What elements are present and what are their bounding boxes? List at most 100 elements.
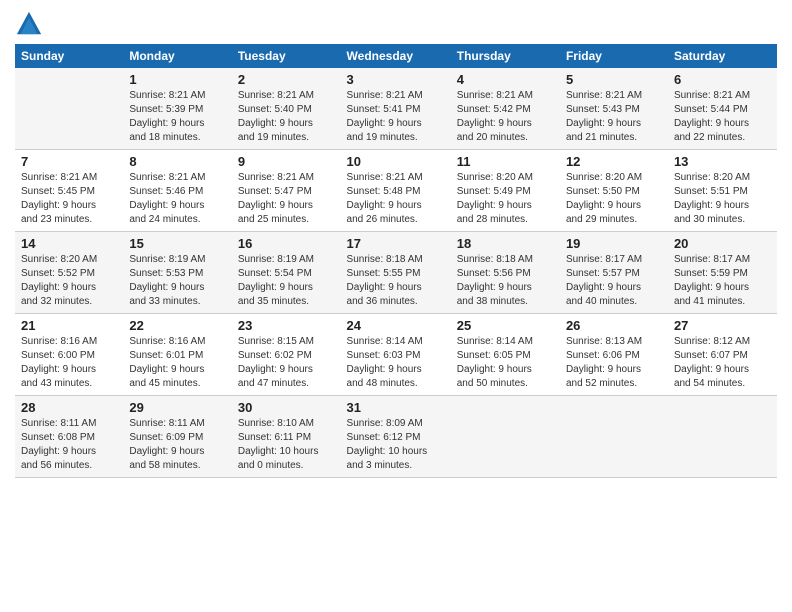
calendar-cell: 1 Sunrise: 8:21 AM Sunset: 5:39 PM Daylig… [123,68,232,150]
calendar-cell: 9 Sunrise: 8:21 AM Sunset: 5:47 PM Daylig… [232,150,341,232]
day-number: 13 [674,154,771,169]
calendar-cell: 29 Sunrise: 8:11 AM Sunset: 6:09 PM Dayli… [123,396,232,478]
day-number: 31 [347,400,445,415]
day-info: Sunrise: 8:18 AM Sunset: 5:56 PM Dayligh… [457,253,554,309]
day-header-tuesday: Tuesday [232,44,341,68]
day-header-monday: Monday [123,44,232,68]
day-number: 9 [238,154,335,169]
week-row-1: 1 Sunrise: 8:21 AM Sunset: 5:39 PM Daylig… [15,68,777,150]
day-header-thursday: Thursday [451,44,560,68]
day-number: 23 [238,318,335,333]
day-number: 6 [674,72,771,87]
day-header-friday: Friday [560,44,668,68]
day-info: Sunrise: 8:19 AM Sunset: 5:53 PM Dayligh… [129,253,226,309]
header [15,10,777,38]
logo-icon [15,10,43,38]
day-info: Sunrise: 8:21 AM Sunset: 5:42 PM Dayligh… [457,89,554,145]
day-info: Sunrise: 8:20 AM Sunset: 5:49 PM Dayligh… [457,171,554,227]
calendar-cell: 10Sunrise: 8:21 AM Sunset: 5:48 PM Dayli… [341,150,451,232]
day-number: 29 [129,400,226,415]
calendar-cell: 24 Sunrise: 8:14 AM Sunset: 6:03 PM Dayli… [341,314,451,396]
calendar-cell: 14Sunrise: 8:20 AM Sunset: 5:52 PM Dayli… [15,232,123,314]
day-number: 8 [129,154,226,169]
calendar-cell: 26 Sunrise: 8:13 AM Sunset: 6:06 PM Dayli… [560,314,668,396]
calendar-cell: 30 Sunrise: 8:10 AM Sunset: 6:11 PM Dayli… [232,396,341,478]
day-number: 18 [457,236,554,251]
day-header-wednesday: Wednesday [341,44,451,68]
calendar-cell: 13 Sunrise: 8:20 AM Sunset: 5:51 PM Dayli… [668,150,777,232]
week-row-3: 14Sunrise: 8:20 AM Sunset: 5:52 PM Dayli… [15,232,777,314]
day-header-saturday: Saturday [668,44,777,68]
day-number: 21 [21,318,117,333]
day-number: 28 [21,400,117,415]
day-info: Sunrise: 8:21 AM Sunset: 5:45 PM Dayligh… [21,171,117,227]
calendar-cell: 5 Sunrise: 8:21 AM Sunset: 5:43 PM Daylig… [560,68,668,150]
calendar-cell [668,396,777,478]
day-info: Sunrise: 8:21 AM Sunset: 5:47 PM Dayligh… [238,171,335,227]
calendar-cell: 2Sunrise: 8:21 AM Sunset: 5:40 PM Daylig… [232,68,341,150]
calendar-cell: 17 Sunrise: 8:18 AM Sunset: 5:55 PM Dayli… [341,232,451,314]
calendar-header-row: SundayMondayTuesdayWednesdayThursdayFrid… [15,44,777,68]
day-info: Sunrise: 8:14 AM Sunset: 6:03 PM Dayligh… [347,335,445,391]
calendar-cell: 8 Sunrise: 8:21 AM Sunset: 5:46 PM Daylig… [123,150,232,232]
calendar-cell: 4Sunrise: 8:21 AM Sunset: 5:42 PM Daylig… [451,68,560,150]
day-number: 26 [566,318,662,333]
calendar-cell [560,396,668,478]
day-number: 24 [347,318,445,333]
day-number: 25 [457,318,554,333]
day-number: 7 [21,154,117,169]
week-row-5: 28 Sunrise: 8:11 AM Sunset: 6:08 PM Dayli… [15,396,777,478]
day-info: Sunrise: 8:21 AM Sunset: 5:41 PM Dayligh… [347,89,445,145]
week-row-2: 7 Sunrise: 8:21 AM Sunset: 5:45 PM Daylig… [15,150,777,232]
calendar-cell: 19 Sunrise: 8:17 AM Sunset: 5:57 PM Dayli… [560,232,668,314]
day-info: Sunrise: 8:11 AM Sunset: 6:09 PM Dayligh… [129,417,226,473]
calendar-cell: 11 Sunrise: 8:20 AM Sunset: 5:49 PM Dayli… [451,150,560,232]
day-info: Sunrise: 8:21 AM Sunset: 5:46 PM Dayligh… [129,171,226,227]
day-number: 5 [566,72,662,87]
calendar-cell: 20Sunrise: 8:17 AM Sunset: 5:59 PM Dayli… [668,232,777,314]
day-info: Sunrise: 8:19 AM Sunset: 5:54 PM Dayligh… [238,253,335,309]
day-info: Sunrise: 8:18 AM Sunset: 5:55 PM Dayligh… [347,253,445,309]
day-info: Sunrise: 8:11 AM Sunset: 6:08 PM Dayligh… [21,417,117,473]
calendar-cell: 21 Sunrise: 8:16 AM Sunset: 6:00 PM Dayli… [15,314,123,396]
day-number: 19 [566,236,662,251]
calendar-cell: 15 Sunrise: 8:19 AM Sunset: 5:53 PM Dayli… [123,232,232,314]
day-number: 15 [129,236,226,251]
day-info: Sunrise: 8:21 AM Sunset: 5:44 PM Dayligh… [674,89,771,145]
calendar-cell: 7 Sunrise: 8:21 AM Sunset: 5:45 PM Daylig… [15,150,123,232]
day-info: Sunrise: 8:21 AM Sunset: 5:39 PM Dayligh… [129,89,226,145]
day-number: 2 [238,72,335,87]
day-info: Sunrise: 8:14 AM Sunset: 6:05 PM Dayligh… [457,335,554,391]
logo [15,10,47,38]
calendar-cell: 3Sunrise: 8:21 AM Sunset: 5:41 PM Daylig… [341,68,451,150]
calendar-cell: 12 Sunrise: 8:20 AM Sunset: 5:50 PM Dayli… [560,150,668,232]
week-row-4: 21 Sunrise: 8:16 AM Sunset: 6:00 PM Dayli… [15,314,777,396]
day-number: 14 [21,236,117,251]
calendar-table: SundayMondayTuesdayWednesdayThursdayFrid… [15,44,777,478]
calendar-cell: 25 Sunrise: 8:14 AM Sunset: 6:05 PM Dayli… [451,314,560,396]
day-number: 1 [129,72,226,87]
day-info: Sunrise: 8:20 AM Sunset: 5:50 PM Dayligh… [566,171,662,227]
calendar-cell: 23Sunrise: 8:15 AM Sunset: 6:02 PM Dayli… [232,314,341,396]
day-number: 12 [566,154,662,169]
day-number: 11 [457,154,554,169]
day-info: Sunrise: 8:13 AM Sunset: 6:06 PM Dayligh… [566,335,662,391]
day-number: 17 [347,236,445,251]
day-info: Sunrise: 8:09 AM Sunset: 6:12 PM Dayligh… [347,417,445,473]
day-info: Sunrise: 8:20 AM Sunset: 5:51 PM Dayligh… [674,171,771,227]
day-header-sunday: Sunday [15,44,123,68]
calendar-cell: 16 Sunrise: 8:19 AM Sunset: 5:54 PM Dayli… [232,232,341,314]
day-info: Sunrise: 8:17 AM Sunset: 5:57 PM Dayligh… [566,253,662,309]
calendar-cell: 6 Sunrise: 8:21 AM Sunset: 5:44 PM Daylig… [668,68,777,150]
day-info: Sunrise: 8:10 AM Sunset: 6:11 PM Dayligh… [238,417,335,473]
calendar-cell: 22Sunrise: 8:16 AM Sunset: 6:01 PM Dayli… [123,314,232,396]
day-info: Sunrise: 8:21 AM Sunset: 5:43 PM Dayligh… [566,89,662,145]
calendar-cell: 18 Sunrise: 8:18 AM Sunset: 5:56 PM Dayli… [451,232,560,314]
day-info: Sunrise: 8:16 AM Sunset: 6:00 PM Dayligh… [21,335,117,391]
day-number: 10 [347,154,445,169]
day-info: Sunrise: 8:17 AM Sunset: 5:59 PM Dayligh… [674,253,771,309]
day-number: 16 [238,236,335,251]
day-info: Sunrise: 8:12 AM Sunset: 6:07 PM Dayligh… [674,335,771,391]
calendar-cell [15,68,123,150]
day-number: 30 [238,400,335,415]
